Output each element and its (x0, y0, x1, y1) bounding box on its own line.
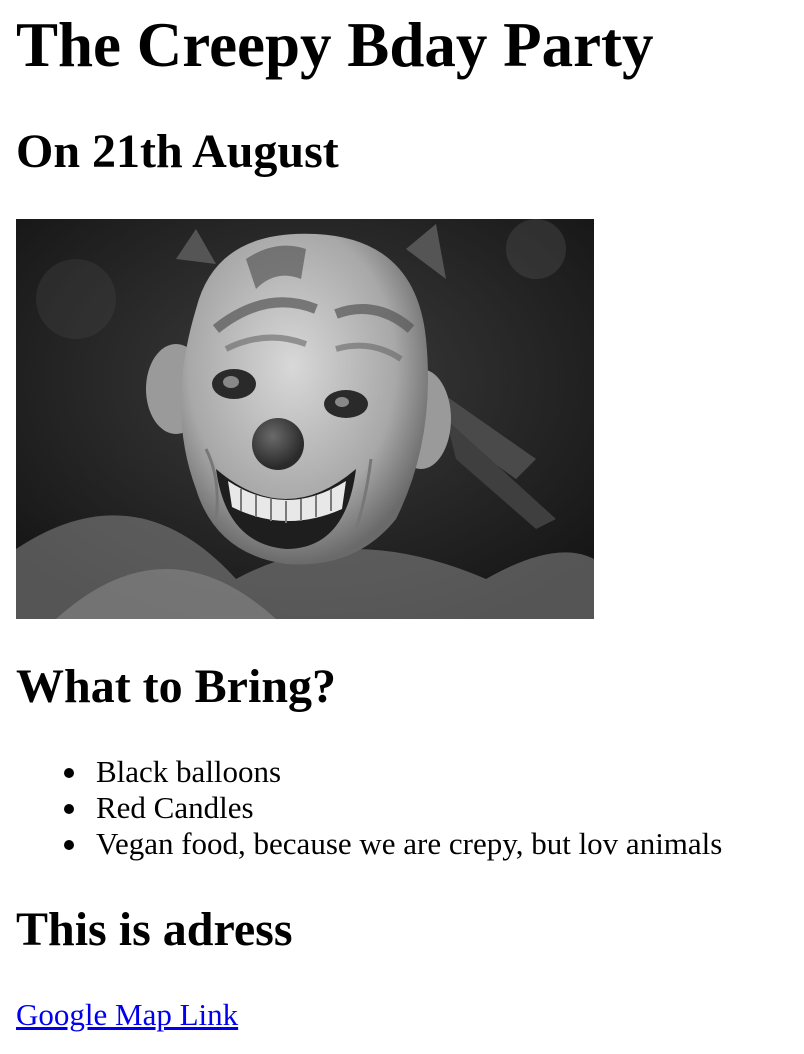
party-date: On 21th August (16, 125, 339, 178)
page: The Creepy Bday Party On 21th August Wha… (0, 0, 804, 1054)
list-item: Black balloons (63, 754, 722, 790)
bring-list: Black balloons Red Candles Vegan food, b… (0, 754, 722, 862)
list-item: Vegan food, because we are crepy, but lo… (63, 826, 723, 861)
what-to-bring-heading: What to Bring? (16, 660, 337, 713)
google-map-link[interactable]: Google Map Link (16, 996, 238, 1034)
list-item: Red Candles (63, 790, 722, 826)
clown-photo (16, 219, 594, 619)
address-heading: This is adress (16, 903, 293, 956)
page-title: The Creepy Bday Party (16, 10, 654, 80)
